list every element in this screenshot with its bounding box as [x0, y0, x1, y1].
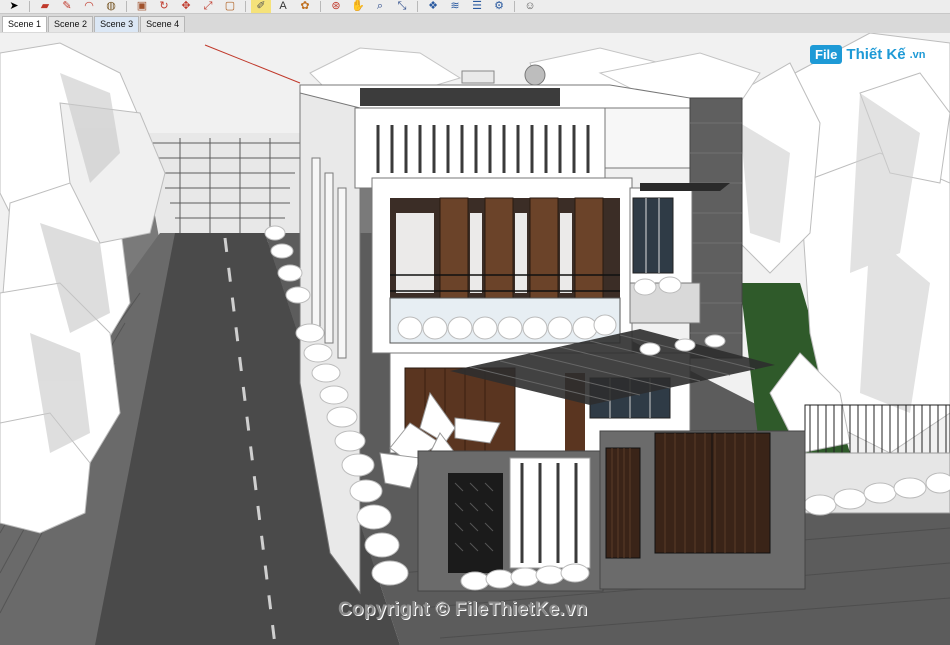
move-icon[interactable]: ✥ — [176, 0, 196, 13]
paint-bucket-icon[interactable]: ◍ — [101, 0, 121, 13]
tab-scene-2[interactable]: Scene 2 — [48, 16, 94, 32]
toolbar-divider — [126, 1, 127, 12]
house-model-render — [0, 33, 950, 645]
toolbar: ➤ ▰ ✎ ◠ ◍ ▣ ↻ ✥ ⤢ ▢ ✐ A ✿ ⊛ ✋ ⌕ ⤡ ❖ ≋ ☰ … — [0, 0, 950, 14]
text-icon[interactable]: A — [273, 0, 293, 13]
toolbar-divider — [245, 1, 246, 12]
user-icon[interactable]: ☺ — [520, 0, 540, 13]
filethietke-logo: File Thiết Kế .vn — [810, 45, 926, 64]
push-pull-icon[interactable]: ▣ — [132, 0, 152, 13]
zoom-extents-icon[interactable]: ⤡ — [392, 0, 412, 13]
pencil-line-icon[interactable]: ✎ — [57, 0, 77, 13]
copyright-watermark: Copyright © FileThietKe.vn — [338, 599, 588, 620]
scale-icon[interactable]: ⤢ — [198, 0, 218, 13]
zoom-icon[interactable]: ⌕ — [370, 0, 390, 13]
red-axis-line — [204, 44, 301, 84]
select-arrow-icon[interactable]: ➤ — [4, 0, 24, 13]
toolbar-divider — [417, 1, 418, 12]
logo-mark: File — [810, 45, 843, 64]
arc-icon[interactable]: ◠ — [79, 0, 99, 13]
toolbar-divider — [320, 1, 321, 12]
settings-icon[interactable]: ⚙ — [489, 0, 509, 13]
tab-scene-4[interactable]: Scene 4 — [140, 16, 186, 32]
logo-tld: .vn — [909, 48, 926, 61]
styles-icon[interactable]: ☰ — [467, 0, 487, 13]
component-icon[interactable]: ❖ — [423, 0, 443, 13]
tab-scene-1[interactable]: Scene 1 — [2, 16, 48, 32]
orbit-icon[interactable]: ⊛ — [326, 0, 346, 13]
model-viewport[interactable]: File Thiết Kế .vn Copyright © FileThietK… — [0, 33, 950, 645]
eraser-icon[interactable]: ▰ — [35, 0, 55, 13]
scene-tabs: Scene 1 Scene 2 Scene 3 Scene 4 — [0, 15, 186, 32]
pan-icon[interactable]: ✋ — [348, 0, 368, 13]
rotate-icon[interactable]: ↻ — [154, 0, 174, 13]
tab-scene-3[interactable]: Scene 3 — [94, 16, 140, 32]
pedestrian-gate — [605, 447, 641, 559]
offset-icon[interactable]: ▢ — [220, 0, 240, 13]
logo-text: Thiết Kế — [846, 46, 906, 63]
tape-measure-icon[interactable]: ✐ — [251, 0, 271, 13]
house-building — [264, 64, 806, 595]
layers-icon[interactable]: ≋ — [445, 0, 465, 13]
toolbar-divider — [514, 1, 515, 12]
toolbar-divider — [29, 1, 30, 12]
paint-icon[interactable]: ✿ — [295, 0, 315, 13]
